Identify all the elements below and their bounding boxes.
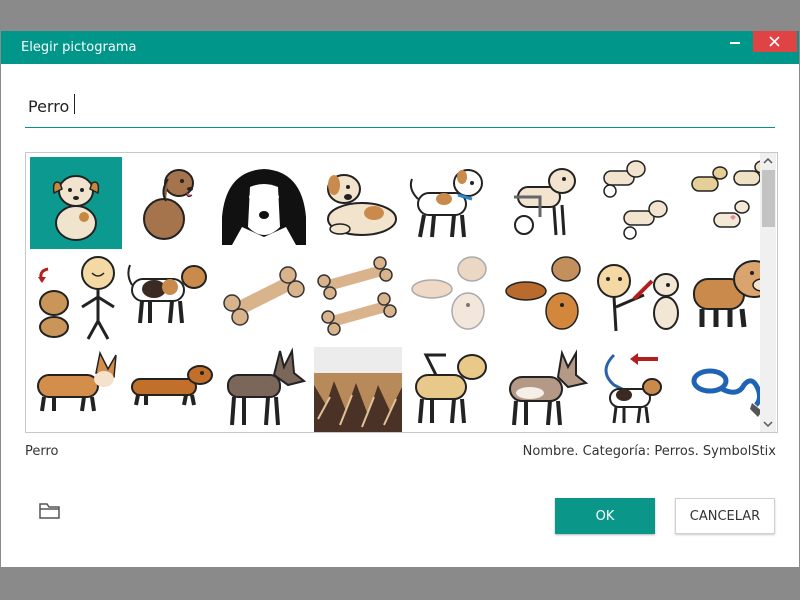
- pictogram-tile[interactable]: [124, 251, 216, 343]
- doberman-icon: [227, 347, 307, 426]
- pictogram-tile[interactable]: [594, 157, 686, 249]
- black-white-dog-face-icon: [222, 169, 306, 245]
- corgi-icon: [37, 350, 117, 412]
- dialog-title: Elegir pictograma: [21, 40, 137, 55]
- dog-in-wheelchair-icon: [514, 168, 576, 236]
- pictogram-tile[interactable]: [124, 345, 216, 432]
- close-button[interactable]: [753, 31, 797, 52]
- pictogram-tile[interactable]: [406, 157, 498, 249]
- search-input[interactable]: [25, 87, 775, 125]
- puppy-sitting-icon: [52, 175, 100, 241]
- dog-and-person-icon: [38, 256, 115, 340]
- open-folder-button[interactable]: [37, 499, 63, 521]
- selected-pictogram-details: Nombre. Categoría: Perros. SymbolStix: [522, 444, 776, 459]
- dog-fur-icon: [314, 347, 402, 432]
- scrollbar-thumb[interactable]: [762, 170, 775, 227]
- ok-button[interactable]: OK: [555, 498, 655, 534]
- pictogram-tile[interactable]: [312, 157, 404, 249]
- pictogram-tile[interactable]: [594, 345, 686, 432]
- pictogram-tile[interactable]: [124, 157, 216, 249]
- pictogram-grid: [25, 152, 778, 433]
- title-bar: Elegir pictograma: [1, 31, 799, 64]
- husky-icon: [509, 349, 589, 426]
- dog-breeds-icon: [505, 256, 581, 330]
- pictogram-tile[interactable]: [218, 251, 310, 343]
- two-bones-icon: [317, 256, 397, 336]
- guide-dog-icon: [415, 353, 487, 424]
- two-dogs-in-wheelchairs-icon: [603, 160, 668, 240]
- text-caret: [74, 94, 75, 114]
- choose-pictogram-dialog: Elegir pictograma Perro Perro Nombre. Ca…: [1, 31, 799, 567]
- pictogram-tile[interactable]: [218, 345, 310, 432]
- vertical-scrollbar[interactable]: [760, 153, 776, 432]
- pictogram-tile[interactable]: [500, 157, 592, 249]
- scroll-down-button[interactable]: [760, 416, 776, 432]
- pictogram-tile[interactable]: [406, 251, 498, 343]
- person-petting-dog-icon: [597, 264, 679, 332]
- cancel-button[interactable]: CANCELAR: [675, 498, 775, 534]
- dog-with-collar-icon: [409, 169, 483, 238]
- dog-lying-down-icon: [327, 174, 397, 236]
- pictogram-tile[interactable]: [500, 345, 592, 432]
- search-field: [25, 87, 775, 128]
- minimize-icon[interactable]: [723, 31, 748, 53]
- dachshund-icon: [131, 365, 213, 406]
- pictogram-tile[interactable]: [312, 345, 404, 432]
- selected-pictogram-name: Perro: [25, 444, 59, 459]
- close-icon: [769, 36, 780, 47]
- chevron-up-icon: [763, 157, 773, 164]
- bone-icon: [223, 266, 305, 326]
- pictogram-tile[interactable]: [218, 157, 310, 249]
- folder-icon: [39, 503, 60, 519]
- scroll-up-button[interactable]: [760, 153, 776, 169]
- chevron-down-icon: [763, 421, 773, 428]
- pictogram-tile[interactable]: [406, 345, 498, 432]
- pictogram-tile[interactable]: [30, 251, 122, 343]
- dog-on-leash-icon: [604, 353, 662, 424]
- brown-fluffy-dog-icon: [143, 169, 194, 240]
- pictogram-tile[interactable]: [594, 251, 686, 343]
- pictogram-tile[interactable]: [30, 157, 122, 249]
- pictogram-tile[interactable]: [312, 251, 404, 343]
- beagle-icon: [127, 264, 207, 324]
- pictogram-tile[interactable]: [30, 345, 122, 432]
- dog-breeds-pale-icon: [411, 256, 487, 330]
- pictogram-tile[interactable]: [500, 251, 592, 343]
